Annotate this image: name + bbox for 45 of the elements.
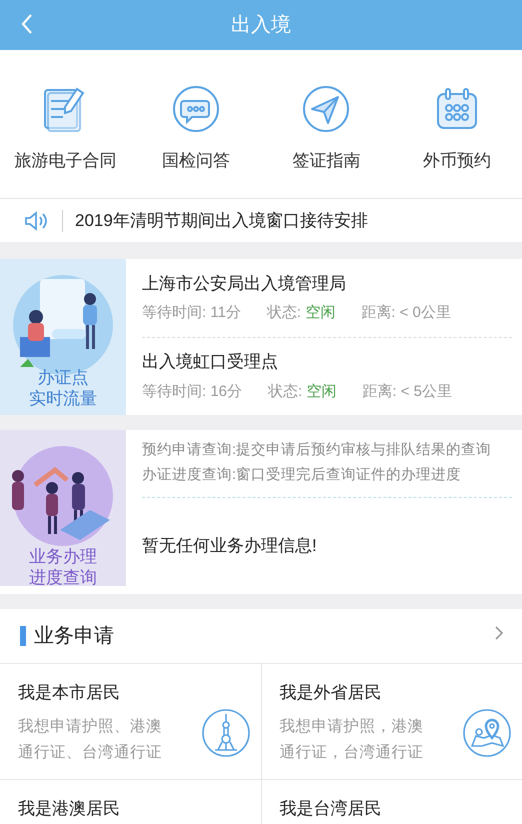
notice-text[interactable]: 2019年清明节期间出入境窗口接待安排	[75, 208, 368, 234]
station-name: 上海市公安局出入境管理局	[142, 272, 347, 295]
card-title: 我是台湾居民	[280, 798, 382, 820]
card-title: 我是港澳居民	[18, 798, 121, 820]
status-text: 状态: 空闲	[266, 303, 336, 324]
shortcut-item[interactable]: 国检问答	[130, 84, 261, 198]
station-name: 出入境虹口受理点	[142, 351, 279, 374]
map-pin-icon	[462, 708, 512, 758]
chevron-right-icon	[494, 625, 504, 641]
page-title: 出入境	[231, 13, 291, 38]
panel-label: 实时流量	[29, 388, 97, 409]
section-header[interactable]: 业务申请	[0, 609, 522, 664]
back-icon	[20, 13, 34, 35]
distance-text: 距离: < 5公里	[362, 382, 452, 402]
card-title: 我是本市居民	[18, 682, 121, 704]
shortcut-item[interactable]: 旅游电子合同	[0, 84, 130, 198]
query-description: 预约申请查询:提交申请后预约审核与排队结果的查询	[142, 440, 492, 460]
distance-text: 距离: < 0公里	[361, 303, 451, 324]
tower-icon	[200, 708, 250, 758]
chat-bubble-icon	[172, 85, 220, 133]
empty-message: 暂无任何业务办理信息!	[142, 535, 317, 557]
panel-label: 业务办理	[29, 546, 97, 567]
resident-card[interactable]: 我是台湾居民	[262, 780, 522, 824]
resident-card[interactable]: 我是港澳居民	[0, 780, 260, 824]
section-title: 业务申请	[34, 624, 114, 649]
speaker-icon	[24, 210, 50, 232]
card-description: 我想申请护照、港澳通行证、台湾通行证	[18, 716, 163, 762]
panel-label: 进度查询	[29, 567, 97, 588]
status-text: 状态: 空闲	[268, 382, 336, 402]
station-row[interactable]: 出入境虹口受理点 等待时间: 16分 状态: 空闲 距离: < 5公里	[142, 336, 512, 415]
shortcut-item[interactable]: 签证指南	[261, 84, 392, 198]
card-title: 我是外省居民	[280, 682, 382, 704]
paper-plane-icon	[302, 85, 350, 133]
resident-card[interactable]: 我是外省居民 我想申请护照，港澳通行证，台湾通行证	[262, 664, 522, 779]
wait-time: 等待时间: 16分	[142, 382, 242, 402]
panel-label: 办证点	[38, 367, 88, 388]
flow-card[interactable]: 办证点 实时流量 上海市公安局出入境管理局 等待时间: 11分 状态: 空闲 距离: < 0公里 出入境虹口受理点 等待时间: 16分 状态: 空闲 距离: < 5公里	[0, 259, 522, 415]
card-description: 我想申请护照，港澳通行证，台湾通行证	[280, 716, 424, 762]
resident-card[interactable]: 我是本市居民 我想申请护照、港澳通行证、台湾通行证	[0, 664, 260, 779]
wait-time: 等待时间: 11分	[142, 303, 241, 324]
station-row[interactable]: 上海市公安局出入境管理局 等待时间: 11分 状态: 空闲 距离: < 0公里	[142, 259, 512, 336]
accent-bar	[20, 626, 26, 646]
progress-card[interactable]: 业务办理 进度查询 预约申请查询:提交申请后预约审核与排队结果的查询 办证进度查询:窗口受理完后查询证件的办理进度 暂无任何业务办理信息!	[0, 430, 522, 594]
query-description: 办证进度查询:窗口受理完后查询证件的办理进度	[142, 466, 462, 485]
shortcut-item[interactable]: 外币预约	[392, 84, 522, 198]
